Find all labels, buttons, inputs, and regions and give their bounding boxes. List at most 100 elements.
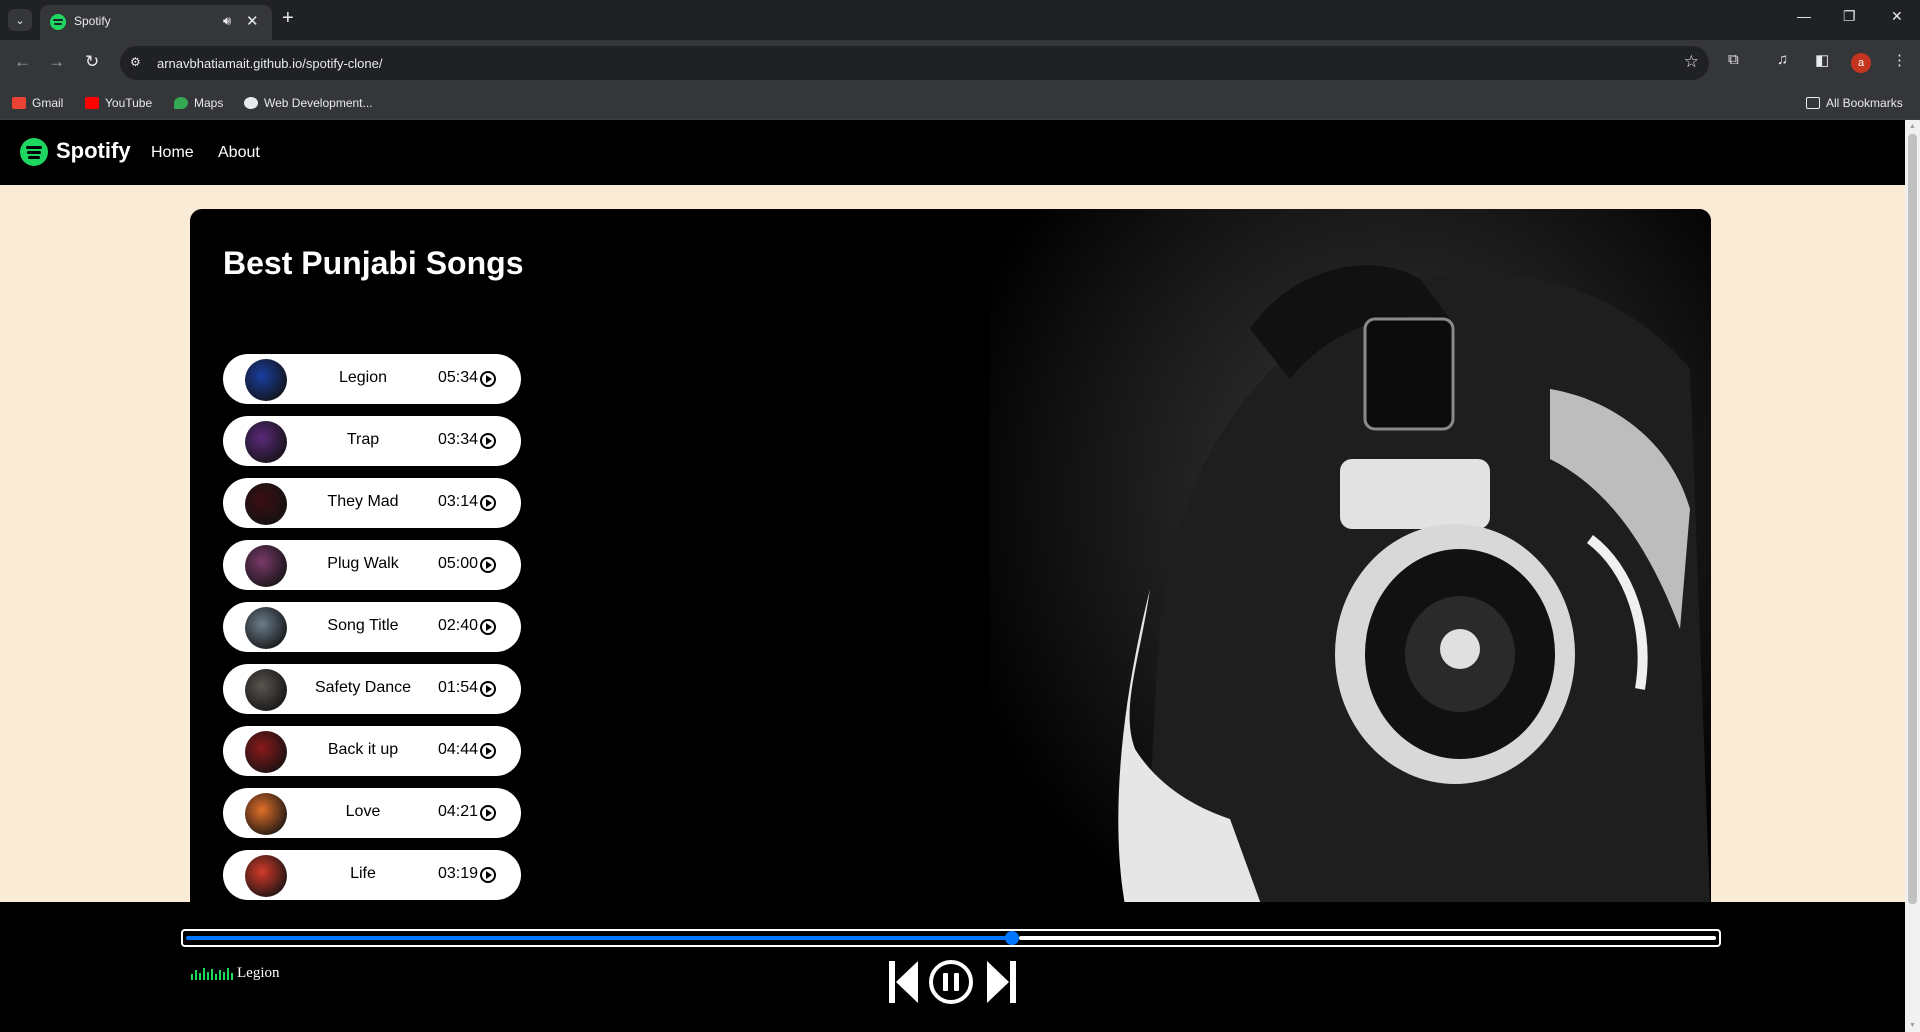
song-name: Safety Dance <box>314 679 412 696</box>
song-duration: 05:34 <box>438 369 479 386</box>
song-duration: 05:00 <box>438 555 479 572</box>
seek-bar-thumb[interactable] <box>1005 931 1019 945</box>
song-name: Life <box>350 865 376 882</box>
bookmark-youtube[interactable]: YouTube <box>85 96 152 110</box>
song-duration: 04:21 <box>438 803 479 820</box>
song-cover-image <box>245 545 287 587</box>
bookmarks-bar: Gmail YouTube Maps Web Development... Al… <box>0 87 1920 120</box>
song-duration: 03:34 <box>438 431 479 448</box>
songs-container: Best Punjabi Songs Legion 05:34 Trap 03:… <box>190 209 1711 929</box>
song-list: Legion 05:34 Trap 03:34 They Mad 03:14 P… <box>223 354 521 912</box>
browser-toolbar: ← → ↻ ⚙ arnavbhatiamait.github.io/spotif… <box>0 40 1920 87</box>
bookmark-gmail[interactable]: Gmail <box>12 96 63 110</box>
browser-tab[interactable]: Spotify 🔊︎ ✕ <box>40 5 272 40</box>
song-name: Love <box>345 803 381 820</box>
forward-button[interactable]: → <box>48 52 65 72</box>
song-cover-image <box>245 731 287 773</box>
song-item[interactable]: Trap 03:34 <box>223 416 521 466</box>
all-bookmarks[interactable]: All Bookmarks <box>1806 96 1903 110</box>
play-circle-icon[interactable] <box>480 681 496 697</box>
restore-button[interactable]: ❐ <box>1843 8 1856 25</box>
song-name: Song Title <box>327 617 399 634</box>
bookmark-maps[interactable]: Maps <box>174 96 223 110</box>
nav-home-link[interactable]: Home <box>151 144 194 162</box>
pause-circle-icon[interactable] <box>928 959 974 1005</box>
site-info-icon[interactable]: ⚙ <box>130 55 146 71</box>
menu-icon[interactable]: ⋮ <box>1892 51 1907 69</box>
song-item[interactable]: Back it up 04:44 <box>223 726 521 776</box>
reload-button[interactable]: ↻ <box>85 52 99 72</box>
play-circle-icon[interactable] <box>480 371 496 387</box>
play-circle-icon[interactable] <box>480 433 496 449</box>
scroll-up-arrow-icon[interactable]: ▲ <box>1908 123 1917 130</box>
web-dev-icon <box>244 97 258 109</box>
headphones-banner-image <box>990 209 1711 929</box>
seek-bar-track <box>1019 936 1716 940</box>
play-circle-icon[interactable] <box>480 867 496 883</box>
song-item[interactable]: Love 04:21 <box>223 788 521 838</box>
play-circle-icon[interactable] <box>480 619 496 635</box>
scrollbar-thumb[interactable] <box>1908 134 1917 904</box>
play-circle-icon[interactable] <box>480 557 496 573</box>
brand-name[interactable]: Spotify <box>56 138 131 164</box>
play-circle-icon[interactable] <box>480 805 496 821</box>
side-panel-icon[interactable]: ◧ <box>1815 51 1829 69</box>
play-circle-icon[interactable] <box>480 743 496 759</box>
song-item[interactable]: Life 03:19 <box>223 850 521 900</box>
song-item[interactable]: Safety Dance 01:54 <box>223 664 521 714</box>
profile-avatar[interactable]: a <box>1851 53 1871 73</box>
scroll-down-arrow-icon[interactable]: ▼ <box>1908 1022 1917 1029</box>
song-duration: 03:19 <box>438 865 479 882</box>
close-window-button[interactable]: ✕ <box>1891 8 1903 25</box>
song-cover-image <box>245 607 287 649</box>
song-duration: 01:54 <box>438 679 479 696</box>
seek-bar-fill <box>186 936 1012 940</box>
tab-search-button[interactable]: ⌄ <box>8 9 32 31</box>
previous-track-icon[interactable] <box>888 959 920 1005</box>
song-name: Back it up <box>327 741 399 758</box>
spotify-logo-icon[interactable] <box>20 138 48 166</box>
new-tab-button[interactable]: + <box>282 7 294 29</box>
now-playing-song-name: Legion <box>237 965 280 981</box>
song-name: Trap <box>346 431 380 448</box>
nav-about-link[interactable]: About <box>218 144 260 162</box>
back-button[interactable]: ← <box>14 52 31 72</box>
song-duration: 04:44 <box>438 741 479 758</box>
song-cover-image <box>245 855 287 897</box>
page-scrollbar[interactable]: ▲ ▼ <box>1905 120 1920 1032</box>
song-cover-image <box>245 669 287 711</box>
url-text: arnavbhatiamait.github.io/spotify-clone/ <box>157 56 383 71</box>
song-item[interactable]: Plug Walk 05:00 <box>223 540 521 590</box>
song-cover-image <box>245 421 287 463</box>
browser-tabbar: ⌄ Spotify 🔊︎ ✕ + — ❐ ✕ <box>0 0 1920 40</box>
song-cover-image <box>245 483 287 525</box>
maps-icon <box>174 97 188 109</box>
site-navbar: Spotify Home About <box>0 120 1905 185</box>
youtube-icon <box>85 97 99 109</box>
song-item[interactable]: Song Title 02:40 <box>223 602 521 652</box>
next-track-icon[interactable] <box>985 959 1017 1005</box>
bookmark-star-icon[interactable]: ☆ <box>1684 52 1699 72</box>
song-name: Legion <box>338 369 388 386</box>
player-bar: Legion <box>0 902 1905 1032</box>
extensions-icon[interactable]: ⧉ <box>1728 51 1739 68</box>
seek-bar[interactable] <box>181 929 1721 947</box>
media-controls-icon[interactable]: ♫ <box>1777 51 1788 68</box>
page-viewport: Spotify Home About Best Punjabi Songs Le… <box>0 120 1905 1032</box>
address-bar[interactable]: ⚙ arnavbhatiamait.github.io/spotify-clon… <box>120 46 1709 80</box>
song-cover-image <box>245 793 287 835</box>
page-title: Best Punjabi Songs <box>223 245 524 281</box>
song-duration: 02:40 <box>438 617 479 634</box>
folder-icon <box>1806 97 1820 109</box>
song-name: Plug Walk <box>327 555 399 572</box>
song-item[interactable]: They Mad 03:14 <box>223 478 521 528</box>
tab-title: Spotify <box>74 14 111 28</box>
bookmark-web-development[interactable]: Web Development... <box>244 96 373 110</box>
play-circle-icon[interactable] <box>480 495 496 511</box>
song-name: They Mad <box>327 493 399 510</box>
song-item[interactable]: Legion 05:34 <box>223 354 521 404</box>
speaker-icon[interactable]: 🔊︎ <box>223 13 231 29</box>
close-tab-icon[interactable]: ✕ <box>246 12 259 30</box>
gmail-icon <box>12 97 26 109</box>
minimize-button[interactable]: — <box>1797 8 1811 24</box>
